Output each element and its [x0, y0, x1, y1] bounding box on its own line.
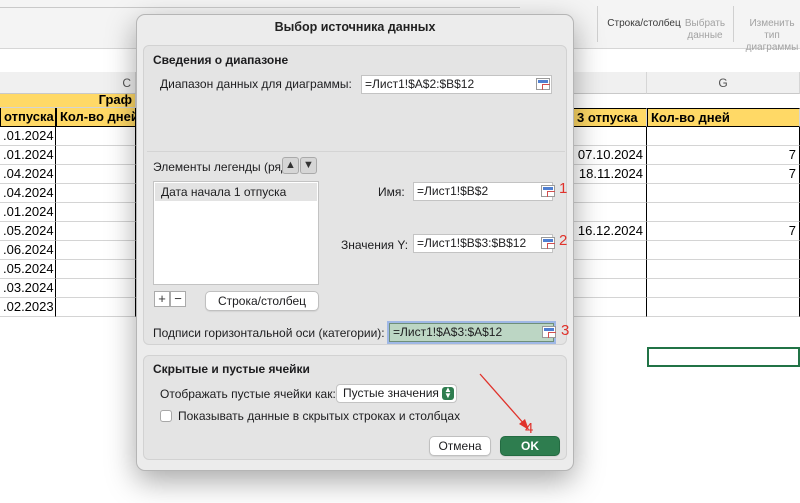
arrow-line [479, 373, 526, 426]
annotation-arrow [479, 373, 529, 430]
